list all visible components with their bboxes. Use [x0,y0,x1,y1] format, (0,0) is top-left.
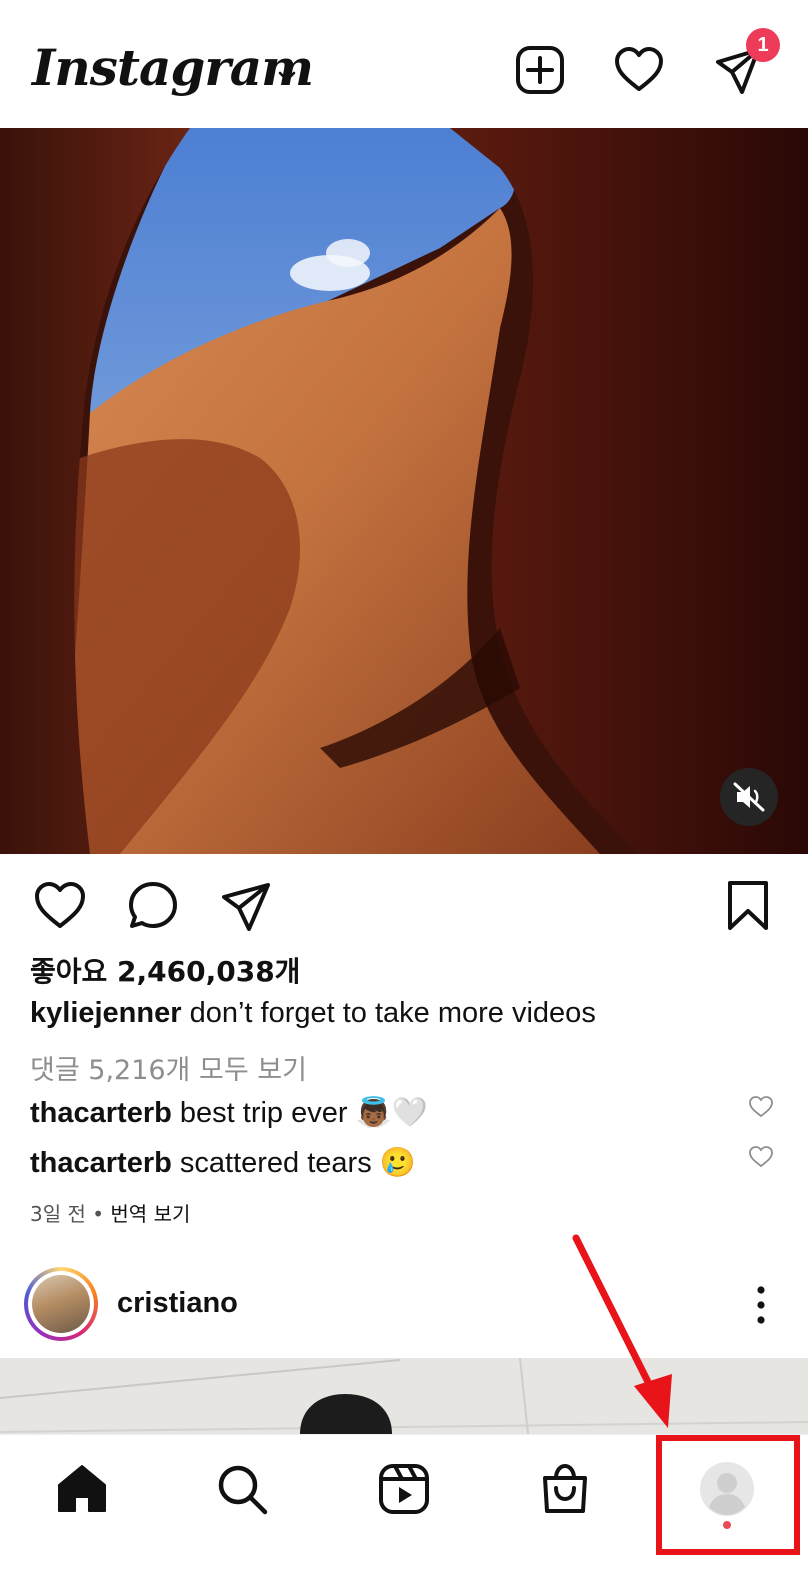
bookmark-button[interactable] [720,878,776,934]
caption-username[interactable]: kyliejenner [30,997,182,1029]
comment-item: thacarterb scattered tears 🥲 [30,1146,416,1180]
shopping-bag-icon[interactable] [537,1461,593,1517]
comment-username[interactable]: thacarterb [30,1097,172,1129]
chevron-down-icon[interactable] [276,66,298,88]
reels-icon[interactable] [376,1461,432,1517]
post-meta: 3일 전 • 번역 보기 [30,1198,190,1227]
comment-item: thacarterb best trip ever 👼🏾🤍 [30,1096,428,1130]
comment-like-heart-icon[interactable] [748,1094,774,1120]
comment-text: scattered tears 🥲 [171,1147,416,1179]
highlight-box [656,1435,800,1555]
share-button[interactable] [218,878,274,934]
view-all-comments-link[interactable]: 댓글 5,216개 모두 보기 [30,1048,307,1087]
post-time: 3일 전 [30,1202,86,1226]
instagram-logo[interactable]: Instagram [32,38,314,97]
search-icon[interactable] [214,1461,270,1517]
post-author-username[interactable]: cristiano [117,1287,238,1320]
translate-link[interactable]: 번역 보기 [110,1202,190,1226]
top-bar: Instagram 1 [0,0,808,128]
heart-icon[interactable] [613,44,665,96]
post-caption: kyliejenner don’t forget to take more vi… [30,997,596,1030]
canyon-image [0,128,808,854]
comment-button[interactable] [125,878,181,934]
speaker-muted-icon[interactable] [720,768,778,826]
comment-like-heart-icon[interactable] [748,1144,774,1170]
caption-text: don’t forget to take more videos [181,997,596,1029]
like-count[interactable]: 좋아요 2,460,038개 [30,950,300,990]
meta-separator: • [85,1202,111,1226]
home-icon[interactable] [54,1461,110,1517]
avatar [32,1275,90,1333]
comment-text: best trip ever 👼🏾🤍 [171,1097,428,1129]
annotation-arrow [572,1234,672,1428]
comment-username[interactable]: thacarterb [30,1147,172,1179]
plus-square-icon[interactable] [514,44,566,96]
like-button[interactable] [32,878,88,934]
post-media[interactable] [0,128,808,854]
dm-badge: 1 [746,28,780,62]
avatar-border [28,1271,94,1337]
more-vertical-icon[interactable] [746,1282,776,1328]
story-ring[interactable] [24,1267,98,1341]
